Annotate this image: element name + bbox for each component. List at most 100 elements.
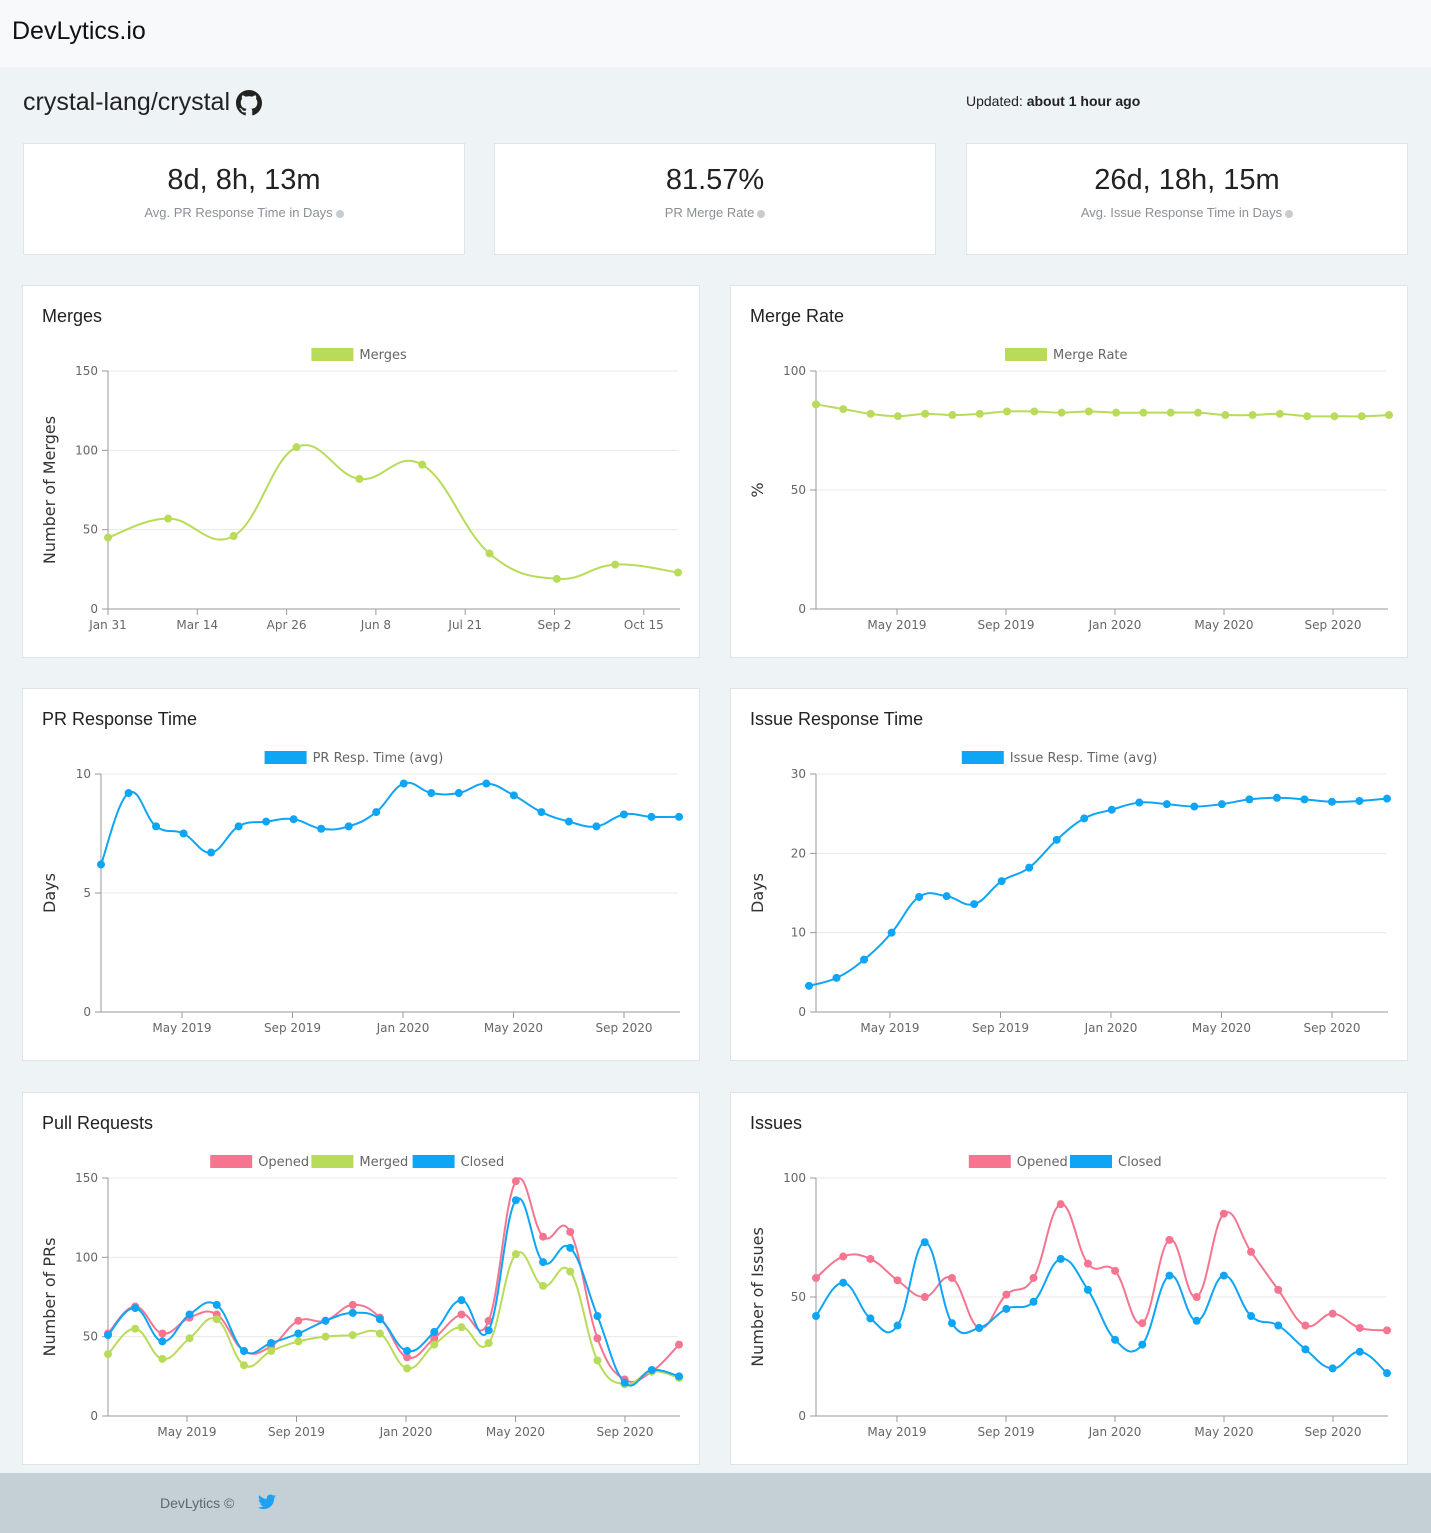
- help-icon[interactable]: [757, 209, 766, 218]
- data-point: [1355, 1323, 1364, 1332]
- data-point: [1135, 798, 1144, 807]
- legend-swatch: [311, 1155, 354, 1168]
- brand-logo[interactable]: DevLytics.io: [12, 17, 146, 46]
- y-tick-label: 0: [90, 602, 98, 616]
- data-point: [1194, 408, 1202, 417]
- x-tick-label: May 2020: [486, 1425, 545, 1439]
- data-point: [1192, 1293, 1201, 1301]
- data-point: [1327, 797, 1336, 806]
- data-point: [947, 1273, 956, 1282]
- data-point: [1219, 1271, 1228, 1280]
- x-tick-label: Jul 21: [447, 618, 482, 632]
- data-point: [860, 955, 869, 964]
- data-point: [947, 1319, 956, 1328]
- x-tick-label: May 2020: [484, 1021, 543, 1035]
- data-point: [1219, 1209, 1228, 1218]
- data-point: [399, 779, 408, 788]
- legend-label: Merges: [359, 348, 407, 363]
- data-point: [457, 1310, 466, 1319]
- data-point: [1301, 1321, 1310, 1330]
- data-point: [839, 1278, 848, 1287]
- data-point: [484, 1339, 493, 1348]
- data-point: [1217, 800, 1226, 809]
- data-point: [158, 1354, 167, 1363]
- y-axis-title: Days: [748, 873, 767, 913]
- data-point: [1139, 408, 1148, 417]
- y-tick-label: 100: [783, 1171, 806, 1185]
- data-point: [920, 1293, 929, 1301]
- help-icon[interactable]: [335, 209, 344, 218]
- data-point: [511, 1250, 520, 1259]
- x-tick-label: Sep 2: [537, 618, 571, 632]
- data-point: [292, 443, 301, 452]
- x-tick-label: Sep 2019: [268, 1425, 325, 1439]
- twitter-icon[interactable]: [258, 1494, 276, 1510]
- data-point: [1029, 1297, 1038, 1306]
- data-point: [289, 815, 298, 824]
- data-point: [1303, 412, 1312, 421]
- data-point: [185, 1334, 194, 1343]
- data-point: [1274, 1321, 1283, 1330]
- data-point: [454, 789, 463, 798]
- y-tick-label: 50: [791, 1290, 806, 1304]
- data-point: [239, 1346, 248, 1355]
- legend-label: Closed: [1118, 1155, 1162, 1170]
- data-point: [1080, 814, 1089, 823]
- x-tick-label: May 2019: [157, 1425, 216, 1439]
- legend-label: Merged: [359, 1155, 408, 1170]
- data-point: [975, 1323, 984, 1332]
- y-tick-label: 0: [798, 1409, 806, 1423]
- data-point: [1138, 1340, 1147, 1349]
- data-point: [1301, 1345, 1310, 1354]
- data-point: [566, 1243, 575, 1252]
- data-point: [675, 1372, 683, 1381]
- series-line-merge-rate: [815, 403, 1390, 418]
- data-point: [866, 409, 875, 418]
- data-point: [344, 822, 353, 831]
- data-point: [124, 789, 133, 798]
- series-line-pr-resp-time-avg-: [100, 781, 680, 865]
- data-point: [915, 892, 924, 901]
- y-axis-title: Number of PRs: [40, 1238, 59, 1357]
- series-line-issue-resp-time-avg-: [808, 796, 1388, 987]
- data-point: [1002, 1304, 1011, 1313]
- stat-value: 26d, 18h, 15m: [1094, 164, 1280, 196]
- y-tick-label: 0: [798, 1005, 806, 1019]
- data-point: [1385, 411, 1393, 420]
- legend-label: Opened: [258, 1155, 309, 1170]
- updated-info: Updated: about 1 hour ago: [966, 93, 1140, 109]
- x-tick-label: Sep 2019: [978, 1425, 1035, 1439]
- help-icon[interactable]: [1285, 209, 1294, 218]
- x-tick-label: Sep 2020: [1305, 1425, 1362, 1439]
- github-icon[interactable]: [236, 89, 262, 116]
- data-point: [239, 1361, 248, 1370]
- data-point: [131, 1304, 140, 1313]
- data-point: [1247, 1247, 1256, 1256]
- data-point: [1190, 802, 1199, 811]
- data-point: [1300, 795, 1309, 804]
- data-point: [812, 400, 820, 409]
- y-tick-label: 5: [83, 886, 91, 900]
- x-tick-label: Sep 2020: [596, 1021, 653, 1035]
- y-tick-label: 100: [75, 443, 98, 457]
- data-point: [348, 1300, 357, 1309]
- y-tick-label: 150: [75, 364, 98, 378]
- footer: DevLytics ©: [0, 1473, 1431, 1533]
- pr-response-chart: PR Resp. Time (avg) 0 5 10 May 2019 Sep 2019 J…: [40, 751, 683, 1035]
- stat-label: Avg. Issue Response Time in Days: [1080, 205, 1283, 220]
- data-point: [511, 1177, 520, 1186]
- data-point: [942, 892, 951, 901]
- data-point: [1248, 411, 1257, 420]
- x-tick-label: May 2020: [1192, 1021, 1251, 1035]
- data-point: [511, 1196, 520, 1205]
- stat-value: 8d, 8h, 13m: [167, 164, 321, 196]
- repo-name: crystal-lang/crystal: [23, 88, 230, 116]
- series-line-merged: [107, 1251, 680, 1386]
- merges-chart-card: Merges Merges 0 50 100 150 Jan 31 Mar 14 Apr 26…: [22, 285, 700, 658]
- y-tick-label: 30: [791, 767, 806, 781]
- series-line-merges: [107, 444, 679, 580]
- data-point: [212, 1315, 221, 1324]
- y-tick-label: 0: [83, 1005, 91, 1019]
- data-point: [1328, 1364, 1337, 1373]
- data-point: [1275, 409, 1284, 418]
